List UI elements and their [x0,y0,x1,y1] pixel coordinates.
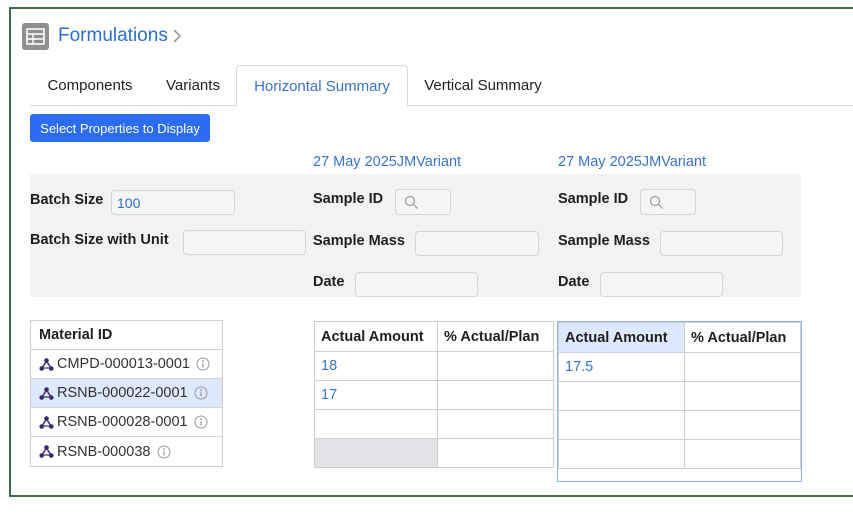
molecule-icon [39,445,54,458]
date-label: Date [313,274,345,290]
list-item[interactable]: RSNB-000038 [31,437,222,466]
material-id[interactable]: RSNB-000038 [57,444,151,460]
actual-plan-cell[interactable] [437,409,554,439]
variant-1-table: Actual Amount % Actual/Plan 18 17 [314,321,554,468]
material-id-header: Material ID [31,321,222,350]
info-icon[interactable] [196,357,210,371]
actual-amount-cell[interactable]: 17 [314,380,438,410]
batch-size-input[interactable]: 100 [111,190,235,215]
batch-size-unit-input[interactable] [183,230,306,255]
variant-1-link[interactable]: 27 May 2025JMVariant [313,154,461,170]
sample-id-search[interactable] [395,189,451,215]
info-icon[interactable] [157,445,171,459]
sample-mass-label: Sample Mass [558,233,650,249]
actual-plan-header: % Actual/Plan [684,322,801,353]
date-input[interactable] [355,272,478,297]
table-row: 17.5 [558,352,801,382]
actual-plan-cell[interactable] [684,410,801,440]
actual-plan-cell[interactable] [684,352,801,382]
actual-amount-header: Actual Amount [558,322,685,353]
list-item[interactable]: RSNB-000028-0001 [31,408,222,437]
table-row [558,410,801,440]
actual-amount-cell[interactable]: 18 [314,351,438,381]
select-properties-button[interactable]: Select Properties to Display [30,114,210,142]
table-icon [22,22,49,50]
actual-plan-cell[interactable] [437,351,554,381]
chevron-right-icon[interactable] [172,26,186,46]
search-icon [404,195,418,209]
info-icon[interactable] [194,415,208,429]
molecule-icon [39,357,54,371]
actual-amount-cell[interactable] [558,410,685,440]
variant-2-link[interactable]: 27 May 2025JMVariant [558,154,706,170]
batch-size-label: Batch Size [30,192,104,208]
material-id[interactable]: RSNB-000028-0001 [57,414,188,430]
date-label: Date [558,274,590,290]
sample-mass-input[interactable] [415,231,539,256]
table-row [558,381,801,411]
sample-mass-input[interactable] [660,231,783,256]
list-item[interactable]: RSNB-000022-0001 [31,379,222,408]
actual-amount-cell[interactable] [558,439,685,469]
tab-components[interactable]: Components [30,65,150,106]
variant-2-table: Actual Amount % Actual/Plan 17.5 [558,322,801,469]
actual-amount-cell[interactable]: 17.5 [558,352,685,382]
sample-id-label: Sample ID [313,191,384,207]
table-row [314,409,554,439]
page-header: Formulations [22,22,186,50]
table-row [314,438,554,468]
sample-id-search[interactable] [640,189,696,215]
material-table: Material ID CMPD-000013-0001 RSNB-000022… [30,320,223,467]
molecule-icon [39,386,54,400]
sample-mass-label: Sample Mass [313,233,405,249]
tab-variants[interactable]: Variants [156,65,230,106]
sample-id-label: Sample ID [558,191,629,207]
date-input[interactable] [600,272,723,297]
actual-amount-header: Actual Amount [314,321,438,352]
table-row [558,439,801,469]
material-id[interactable]: CMPD-000013-0001 [57,356,190,372]
tab-horizontal-summary[interactable]: Horizontal Summary [236,65,408,107]
material-id[interactable]: RSNB-000022-0001 [57,385,188,401]
molecule-icon [39,415,54,429]
actual-plan-header: % Actual/Plan [437,321,554,352]
page-title[interactable]: Formulations [58,25,168,47]
batch-size-unit-label: Batch Size with Unit [30,232,169,248]
info-icon[interactable] [194,386,208,400]
tab-vertical-summary[interactable]: Vertical Summary [414,65,552,106]
actual-plan-cell[interactable] [684,381,801,411]
actual-amount-cell[interactable] [314,409,438,439]
search-icon [649,195,663,209]
actual-amount-cell [314,438,438,468]
table-row: 17 [314,380,554,410]
table-row: 18 [314,351,554,381]
actual-plan-cell[interactable] [437,380,554,410]
list-item[interactable]: CMPD-000013-0001 [31,350,222,379]
actual-plan-cell[interactable] [684,439,801,469]
actual-amount-cell[interactable] [558,381,685,411]
actual-plan-cell[interactable] [437,438,554,468]
tab-bar: Components Variants Horizontal Summary V… [30,65,853,107]
